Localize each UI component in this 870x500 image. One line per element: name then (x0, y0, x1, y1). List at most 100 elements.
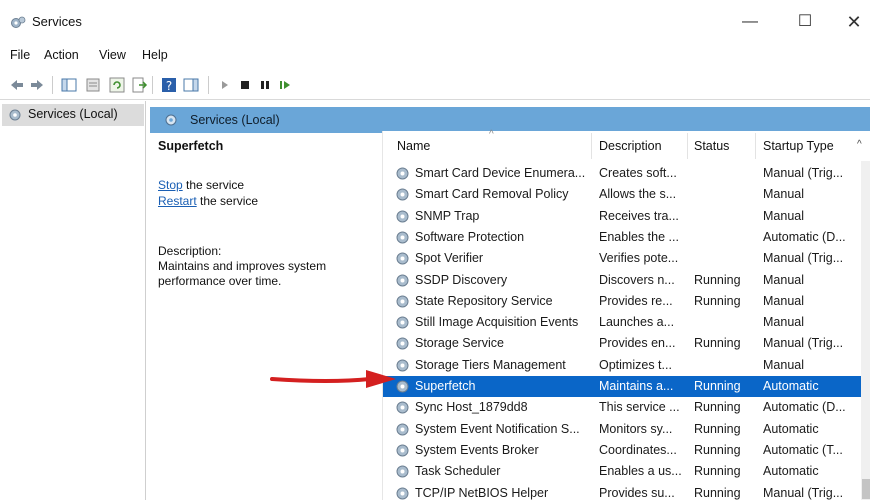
menu-action[interactable]: Action (44, 48, 79, 62)
restart-service-link[interactable]: Restart (158, 194, 197, 208)
service-gear-icon (396, 210, 409, 223)
stop-icon[interactable] (236, 76, 254, 94)
menu-file[interactable]: File (10, 48, 30, 62)
column-header-startup-type[interactable]: Startup Type (763, 139, 834, 153)
service-gear-icon (396, 252, 409, 265)
menu-bar: File Action View Help (0, 46, 870, 66)
table-row[interactable]: SSDP Discovery Discovers n... Running Manua… (383, 270, 861, 291)
gear-icon (9, 109, 21, 121)
start-icon[interactable] (216, 76, 234, 94)
table-row[interactable]: Still Image Acquisition Events Launches a… (383, 312, 861, 333)
cell-startup-type: Manual (Trig... (763, 485, 844, 500)
tree-item-label: Services (Local) (28, 107, 118, 121)
cell-startup-type: Manual (Trig... (763, 336, 844, 351)
table-row[interactable]: Storage Service Provides en... Running Manu… (383, 333, 861, 354)
cell-name: Spot Verifier (415, 251, 484, 266)
service-gear-icon (396, 465, 409, 478)
service-gear-icon (396, 188, 409, 201)
cell-startup-type: Manual (763, 315, 804, 330)
cell-status: Running (694, 272, 741, 287)
help-icon[interactable]: ? (160, 76, 178, 94)
column-separator[interactable] (687, 133, 688, 159)
column-header-description[interactable]: Description (599, 139, 662, 153)
table-row[interactable]: Spot Verifier Verifies pote... Manual (Tri… (383, 248, 861, 269)
table-row[interactable]: SNMP Trap Receives tra... Manual (383, 206, 861, 227)
list-header: ^ Name Description Status Startup Type ^ (383, 129, 870, 161)
menu-help[interactable]: Help (142, 48, 168, 62)
svg-text:?: ? (166, 79, 172, 93)
refresh-icon[interactable] (108, 76, 126, 94)
cell-startup-type: Automatic (D... (763, 229, 846, 244)
cell-name: TCP/IP NetBIOS Helper (415, 485, 549, 500)
cell-startup-type: Manual (Trig... (763, 251, 844, 266)
column-header-name[interactable]: Name (397, 139, 430, 153)
column-separator[interactable] (591, 133, 592, 159)
tree-item-services-local[interactable]: Services (Local) (2, 104, 144, 126)
stop-service-link[interactable]: Stop (158, 178, 183, 192)
toolbar: ? (0, 70, 870, 100)
back-icon[interactable] (8, 76, 26, 94)
cell-startup-type: Manual (763, 187, 804, 202)
toolbar-separator (152, 76, 153, 94)
cell-name: System Event Notification S... (415, 421, 580, 436)
cell-status: Running (694, 485, 741, 500)
table-row[interactable]: Sync Host_1879dd8 This service ... Running… (383, 397, 861, 418)
cell-status: Running (694, 336, 741, 351)
cell-description: Optimizes t... (599, 357, 672, 372)
services-list: ^ Name Description Status Startup Type ^… (382, 129, 870, 500)
cell-description: This service ... (599, 400, 680, 415)
cell-name: Smart Card Removal Policy (415, 187, 569, 202)
cell-description: Monitors sy... (599, 421, 673, 436)
table-row[interactable]: System Event Notification S... Monitors s… (383, 419, 861, 440)
table-row[interactable]: Storage Tiers Management Optimizes t... Ma… (383, 355, 861, 376)
scroll-up-icon[interactable]: ^ (857, 139, 862, 150)
table-row[interactable]: TCP/IP NetBIOS Helper Provides su... Runni… (383, 483, 861, 500)
column-separator[interactable] (755, 133, 756, 159)
console-tree: Services (Local) (0, 101, 146, 500)
cell-name: Storage Tiers Management (415, 357, 566, 372)
stop-action-text: the service (182, 178, 245, 192)
table-row[interactable]: Superfetch Maintains a... Running Automatic (383, 376, 861, 397)
minimize-button[interactable]: — (730, 8, 770, 36)
pause-icon[interactable] (256, 76, 274, 94)
table-row[interactable]: System Events Broker Coordinates... Runnin… (383, 440, 861, 461)
cell-description: Verifies pote... (599, 251, 679, 266)
cell-status: Running (694, 293, 741, 308)
cell-description: Enables a us... (599, 464, 682, 479)
service-gear-icon (396, 487, 409, 499)
table-row[interactable]: Smart Card Removal Policy Allows the s...… (383, 184, 861, 205)
cell-name: Still Image Acquisition Events (415, 315, 579, 330)
maximize-button[interactable]: ☐ (785, 8, 825, 36)
vertical-scrollbar[interactable] (861, 161, 870, 500)
cell-name: Storage Service (415, 336, 504, 351)
table-row[interactable]: Smart Card Device Enumera... Creates soft… (383, 163, 861, 184)
export-list-icon[interactable] (130, 76, 148, 94)
forward-icon[interactable] (28, 76, 46, 94)
menu-view[interactable]: View (99, 48, 126, 62)
cell-description: Coordinates... (599, 442, 677, 457)
table-row[interactable]: Software Protection Enables the ... Automa… (383, 227, 861, 248)
cell-description: Maintains a... (599, 379, 674, 393)
cell-startup-type: Automatic (763, 464, 819, 479)
properties-icon[interactable] (84, 76, 102, 94)
column-header-status[interactable]: Status (694, 139, 729, 153)
cell-description: Provides re... (599, 293, 673, 308)
scrollbar-thumb[interactable] (862, 479, 870, 499)
cell-status: Running (694, 464, 741, 479)
table-row[interactable]: Task Scheduler Enables a us... Running Auto… (383, 461, 861, 482)
show-hide-action-pane-icon[interactable] (182, 76, 200, 94)
title-bar: Services — ☐ ✕ (0, 0, 870, 42)
cell-description: Receives tra... (599, 208, 679, 223)
restart-icon[interactable] (276, 76, 294, 94)
cell-name: Task Scheduler (415, 464, 501, 479)
cell-startup-type: Automatic (763, 379, 819, 393)
window-title: Services (32, 14, 82, 29)
cell-status: Running (694, 421, 741, 436)
close-button[interactable]: ✕ (834, 8, 870, 36)
cell-name: SSDP Discovery (415, 272, 508, 287)
table-row[interactable]: State Repository Service Provides re... Ru… (383, 291, 861, 312)
show-hide-console-tree-icon[interactable] (60, 76, 78, 94)
cell-status: Running (694, 379, 741, 393)
cell-description: Allows the s... (599, 187, 677, 202)
cell-description: Provides en... (599, 336, 676, 351)
